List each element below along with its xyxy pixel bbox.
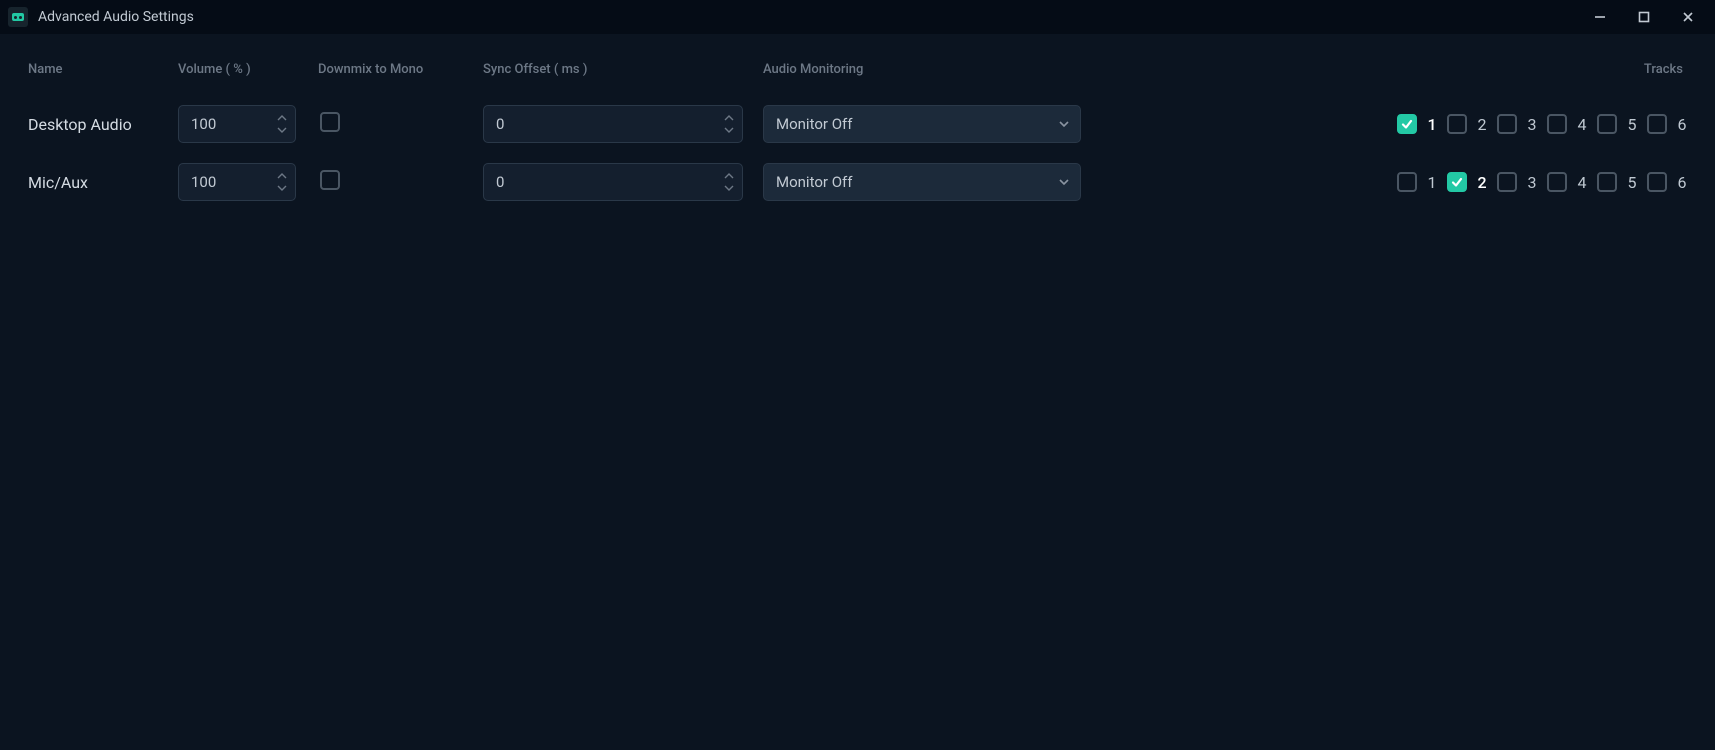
- volume-input[interactable]: 100: [178, 163, 296, 201]
- table-row: Mic/Aux 100 0 Monitor Off 1 2 3 4 5 6: [28, 153, 1687, 211]
- monitoring-value: Monitor Off: [776, 115, 852, 133]
- track-label: 5: [1627, 173, 1637, 192]
- monitoring-select[interactable]: Monitor Off: [763, 163, 1081, 201]
- track-checkbox-5[interactable]: [1597, 114, 1617, 134]
- spin-up-icon[interactable]: [722, 170, 736, 182]
- track-label: 1: [1427, 173, 1437, 192]
- sync-offset-value: 0: [496, 173, 504, 191]
- track-checkbox-2[interactable]: [1447, 172, 1467, 192]
- source-name: Mic/Aux: [28, 173, 178, 192]
- tracks-group: 1 2 3 4 5 6: [1083, 172, 1687, 192]
- track-checkbox-4[interactable]: [1547, 172, 1567, 192]
- header-volume: Volume ( % ): [178, 62, 318, 77]
- downmix-checkbox[interactable]: [320, 170, 340, 190]
- titlebar: Advanced Audio Settings: [0, 0, 1715, 34]
- chevron-down-icon: [1058, 106, 1070, 142]
- track-label: 2: [1477, 173, 1487, 192]
- header-downmix: Downmix to Mono: [318, 62, 483, 77]
- track-checkbox-5[interactable]: [1597, 172, 1617, 192]
- header-sync-offset: Sync Offset ( ms ): [483, 62, 763, 77]
- track-label: 4: [1577, 173, 1587, 192]
- track-label: 4: [1577, 115, 1587, 134]
- minimize-button[interactable]: [1585, 2, 1615, 32]
- downmix-checkbox[interactable]: [320, 112, 340, 132]
- track-label: 6: [1677, 115, 1687, 134]
- close-button[interactable]: [1673, 2, 1703, 32]
- spin-down-icon[interactable]: [722, 182, 736, 194]
- track-label: 2: [1477, 115, 1487, 134]
- volume-value: 100: [191, 173, 216, 191]
- spin-down-icon[interactable]: [275, 124, 289, 136]
- monitoring-select[interactable]: Monitor Off: [763, 105, 1081, 143]
- track-checkbox-6[interactable]: [1647, 114, 1667, 134]
- track-checkbox-2[interactable]: [1447, 114, 1467, 134]
- track-checkbox-3[interactable]: [1497, 114, 1517, 134]
- table-header: Name Volume ( % ) Downmix to Mono Sync O…: [28, 52, 1687, 95]
- source-name: Desktop Audio: [28, 115, 178, 134]
- spin-down-icon[interactable]: [275, 182, 289, 194]
- spin-up-icon[interactable]: [722, 112, 736, 124]
- track-label: 3: [1527, 173, 1537, 192]
- window-title: Advanced Audio Settings: [38, 9, 194, 25]
- sync-offset-value: 0: [496, 115, 504, 133]
- sync-offset-input[interactable]: 0: [483, 163, 743, 201]
- track-checkbox-1[interactable]: [1397, 172, 1417, 192]
- window-controls: [1585, 2, 1707, 32]
- track-checkbox-1[interactable]: [1397, 114, 1417, 134]
- header-tracks: Tracks: [1083, 62, 1687, 77]
- track-checkbox-3[interactable]: [1497, 172, 1517, 192]
- volume-input[interactable]: 100: [178, 105, 296, 143]
- track-label: 1: [1427, 115, 1437, 134]
- track-checkbox-4[interactable]: [1547, 114, 1567, 134]
- maximize-button[interactable]: [1629, 2, 1659, 32]
- spin-up-icon[interactable]: [275, 170, 289, 182]
- content-area: Name Volume ( % ) Downmix to Mono Sync O…: [0, 34, 1715, 229]
- volume-value: 100: [191, 115, 216, 133]
- track-label: 3: [1527, 115, 1537, 134]
- app-icon: [8, 7, 28, 27]
- table-row: Desktop Audio 100 0 Monitor Off 1 2 3 4 5 6: [28, 95, 1687, 153]
- track-label: 5: [1627, 115, 1637, 134]
- header-monitoring: Audio Monitoring: [763, 62, 1083, 77]
- sync-offset-input[interactable]: 0: [483, 105, 743, 143]
- track-label: 6: [1677, 173, 1687, 192]
- spin-up-icon[interactable]: [275, 112, 289, 124]
- chevron-down-icon: [1058, 164, 1070, 200]
- header-name: Name: [28, 62, 178, 77]
- track-checkbox-6[interactable]: [1647, 172, 1667, 192]
- monitoring-value: Monitor Off: [776, 173, 852, 191]
- tracks-group: 1 2 3 4 5 6: [1083, 114, 1687, 134]
- spin-down-icon[interactable]: [722, 124, 736, 136]
